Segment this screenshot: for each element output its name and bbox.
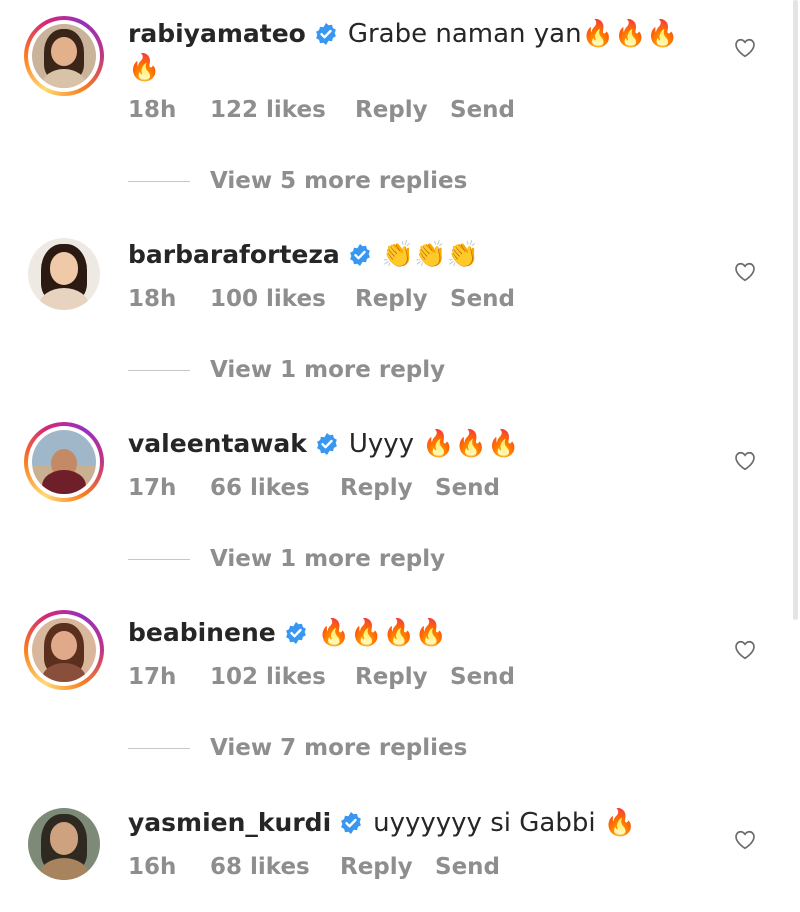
comment-text: Uyyy 🔥🔥🔥 bbox=[348, 429, 520, 459]
avatar[interactable] bbox=[24, 422, 104, 502]
send-button[interactable]: Send bbox=[450, 97, 515, 123]
comment-text-continued: 🔥 bbox=[128, 53, 161, 83]
timestamp: 18h bbox=[128, 97, 177, 123]
reply-button[interactable]: Reply bbox=[355, 664, 450, 690]
divider bbox=[128, 180, 190, 182]
verified-badge-icon bbox=[315, 432, 339, 456]
comment-text: Grabe naman yan🔥🔥🔥 bbox=[347, 19, 679, 49]
timestamp: 16h bbox=[128, 854, 177, 880]
avatar[interactable] bbox=[24, 234, 104, 314]
username[interactable]: rabiyamateo bbox=[128, 18, 306, 50]
view-replies-button[interactable]: View 1 more reply bbox=[128, 357, 445, 383]
avatar[interactable] bbox=[24, 610, 104, 690]
avatar[interactable] bbox=[24, 16, 104, 96]
comment-meta: 16h 68 likes Reply Send bbox=[128, 854, 500, 880]
comment-meta: 18h 100 likes Reply Send bbox=[128, 286, 515, 312]
send-button[interactable]: Send bbox=[450, 664, 515, 690]
divider bbox=[128, 369, 190, 371]
username[interactable]: valeentawak bbox=[128, 428, 307, 460]
reply-button[interactable]: Reply bbox=[340, 475, 435, 501]
verified-badge-icon bbox=[314, 22, 338, 46]
comment-meta: 18h 122 likes Reply Send bbox=[128, 97, 515, 123]
likes-count[interactable]: 66 likes bbox=[210, 475, 340, 501]
comment-header: barbaraforteza 👏👏👏 bbox=[128, 239, 479, 271]
view-replies-button[interactable]: View 1 more reply bbox=[128, 546, 445, 572]
comment-text: 👏👏👏 bbox=[381, 240, 479, 270]
comment-header: valeentawak Uyyy 🔥🔥🔥 bbox=[128, 428, 519, 460]
view-replies-button[interactable]: View 7 more replies bbox=[128, 735, 467, 761]
likes-count[interactable]: 68 likes bbox=[210, 854, 340, 880]
timestamp: 18h bbox=[128, 286, 177, 312]
comment-header: yasmien_kurdi uyyyyyy si Gabbi 🔥 bbox=[128, 807, 636, 839]
view-replies-label: View 1 more reply bbox=[210, 546, 446, 572]
comment-header: beabinene 🔥🔥🔥🔥 bbox=[128, 617, 447, 649]
view-replies-button[interactable]: View 5 more replies bbox=[128, 168, 467, 194]
scrollbar[interactable] bbox=[793, 0, 798, 620]
avatar[interactable] bbox=[24, 804, 104, 884]
username[interactable]: barbaraforteza bbox=[128, 239, 340, 271]
comment-meta: 17h 66 likes Reply Send bbox=[128, 475, 500, 501]
timestamp: 17h bbox=[128, 664, 177, 690]
comment-meta: 17h 102 likes Reply Send bbox=[128, 664, 515, 690]
comment-header: rabiyamateo Grabe naman yan🔥🔥🔥 bbox=[128, 18, 679, 50]
comment-text: 🔥🔥🔥🔥 bbox=[317, 618, 448, 648]
view-replies-label: View 5 more replies bbox=[210, 168, 468, 194]
heart-outline-icon[interactable] bbox=[734, 829, 756, 851]
send-button[interactable]: Send bbox=[435, 475, 500, 501]
divider bbox=[128, 558, 190, 560]
heart-outline-icon[interactable] bbox=[734, 450, 756, 472]
view-replies-label: View 7 more replies bbox=[210, 735, 468, 761]
username[interactable]: beabinene bbox=[128, 617, 276, 649]
reply-button[interactable]: Reply bbox=[355, 97, 450, 123]
verified-badge-icon bbox=[339, 811, 363, 835]
timestamp: 17h bbox=[128, 475, 177, 501]
divider bbox=[128, 747, 190, 749]
send-button[interactable]: Send bbox=[450, 286, 515, 312]
heart-outline-icon[interactable] bbox=[734, 261, 756, 283]
reply-button[interactable]: Reply bbox=[340, 854, 435, 880]
heart-outline-icon[interactable] bbox=[734, 37, 756, 59]
likes-count[interactable]: 122 likes bbox=[210, 97, 355, 123]
verified-badge-icon bbox=[348, 243, 372, 267]
likes-count[interactable]: 102 likes bbox=[210, 664, 355, 690]
likes-count[interactable]: 100 likes bbox=[210, 286, 355, 312]
username[interactable]: yasmien_kurdi bbox=[128, 807, 331, 839]
reply-button[interactable]: Reply bbox=[355, 286, 450, 312]
view-replies-label: View 1 more reply bbox=[210, 357, 446, 383]
comment-text: uyyyyyy si Gabbi 🔥 bbox=[373, 808, 637, 838]
send-button[interactable]: Send bbox=[435, 854, 500, 880]
verified-badge-icon bbox=[284, 621, 308, 645]
heart-outline-icon[interactable] bbox=[734, 639, 756, 661]
